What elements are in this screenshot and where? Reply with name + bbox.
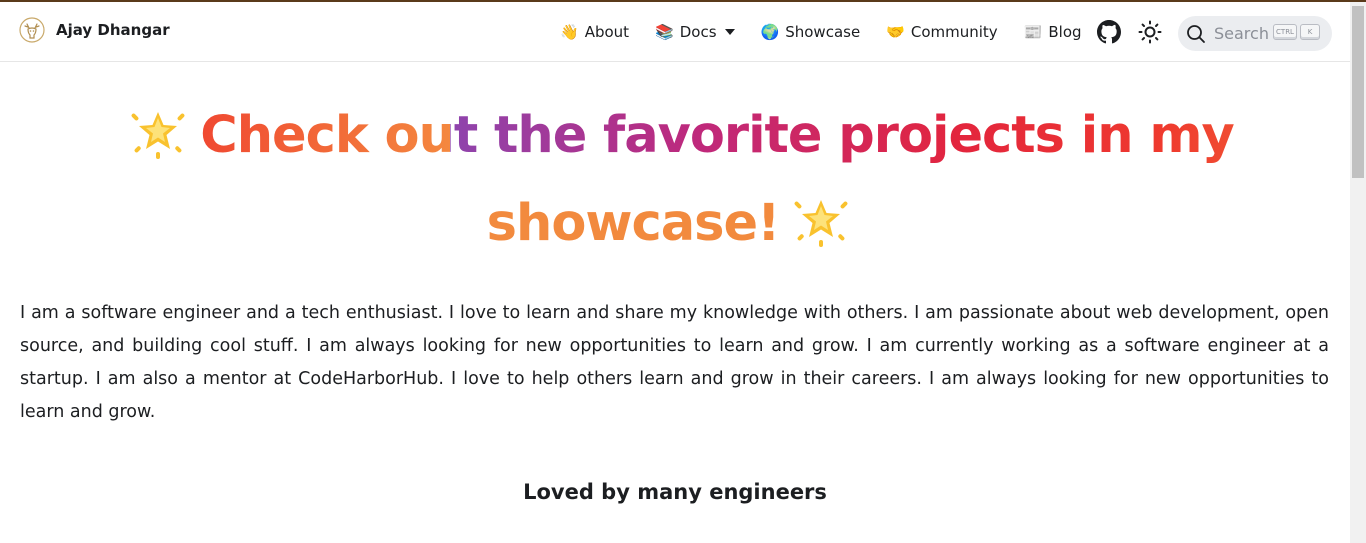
theme-toggle-button[interactable]	[1138, 20, 1162, 44]
nav-item-about[interactable]: 👋 About	[560, 23, 629, 41]
sun-icon	[1138, 20, 1162, 44]
hero-title-text-2: showcase!	[486, 194, 781, 253]
page: Ajay Dhangar 👋 About 📚 Docs 🌍 Showcase 🤝…	[0, 2, 1350, 543]
nav-item-showcase[interactable]: 🌍 Showcase	[761, 23, 861, 41]
hero-title-line2: showcase!	[0, 180, 1350, 268]
nav-item-blog[interactable]: 📰 Blog	[1024, 23, 1082, 41]
scrollbar-thumb[interactable]	[1352, 6, 1364, 178]
hero: Check out the favorite projects in my sh…	[0, 92, 1350, 268]
hero-title-line1: Check out the favorite projects in my	[0, 92, 1350, 180]
intro-paragraph: I am a software engineer and a tech enth…	[20, 303, 1329, 422]
search-icon	[1187, 24, 1205, 43]
nav-item-label: Showcase	[785, 23, 861, 41]
github-icon	[1097, 20, 1121, 44]
glowing-star-icon	[794, 200, 848, 247]
hero-title: Check out the favorite projects in my sh…	[0, 92, 1350, 268]
nav-links: 👋 About 📚 Docs 🌍 Showcase 🤝 Community 📰 …	[560, 2, 1108, 62]
nav-item-docs[interactable]: 📚 Docs	[655, 22, 735, 41]
nav-item-label: About	[584, 23, 630, 41]
kbd-ctrl: CTRL	[1273, 24, 1297, 40]
brand-title: Ajay Dhangar	[56, 21, 170, 39]
deer-logo-icon	[19, 17, 45, 43]
brand-link[interactable]: Ajay Dhangar	[18, 16, 170, 44]
navbar: Ajay Dhangar 👋 About 📚 Docs 🌍 Showcase 🤝…	[0, 2, 1350, 62]
waving-hand-icon: 👋	[560, 22, 579, 41]
glowing-star-icon	[131, 112, 185, 159]
nav-item-community[interactable]: 🤝 Community	[886, 23, 998, 41]
hero-title-text-1: Check out the favorite projects in my	[200, 106, 1234, 165]
search-button[interactable]: Search CTRL K	[1178, 16, 1332, 51]
github-link[interactable]	[1097, 20, 1121, 44]
section-heading: Loved by many engineers	[523, 480, 827, 504]
nav-item-label: Blog	[1048, 23, 1082, 41]
nav-item-label: Docs	[679, 23, 717, 41]
caret-down-icon	[724, 29, 735, 35]
globe-icon: 🌍	[760, 22, 780, 41]
nav-item-label: Community	[910, 23, 998, 41]
handshake-icon: 🤝	[886, 22, 905, 41]
books-icon: 📚	[655, 22, 674, 41]
search-placeholder: Search	[1214, 24, 1269, 43]
newspaper-icon: 📰	[1023, 22, 1043, 41]
kbd-k: K	[1300, 24, 1320, 40]
scrollbar[interactable]	[1350, 2, 1366, 543]
